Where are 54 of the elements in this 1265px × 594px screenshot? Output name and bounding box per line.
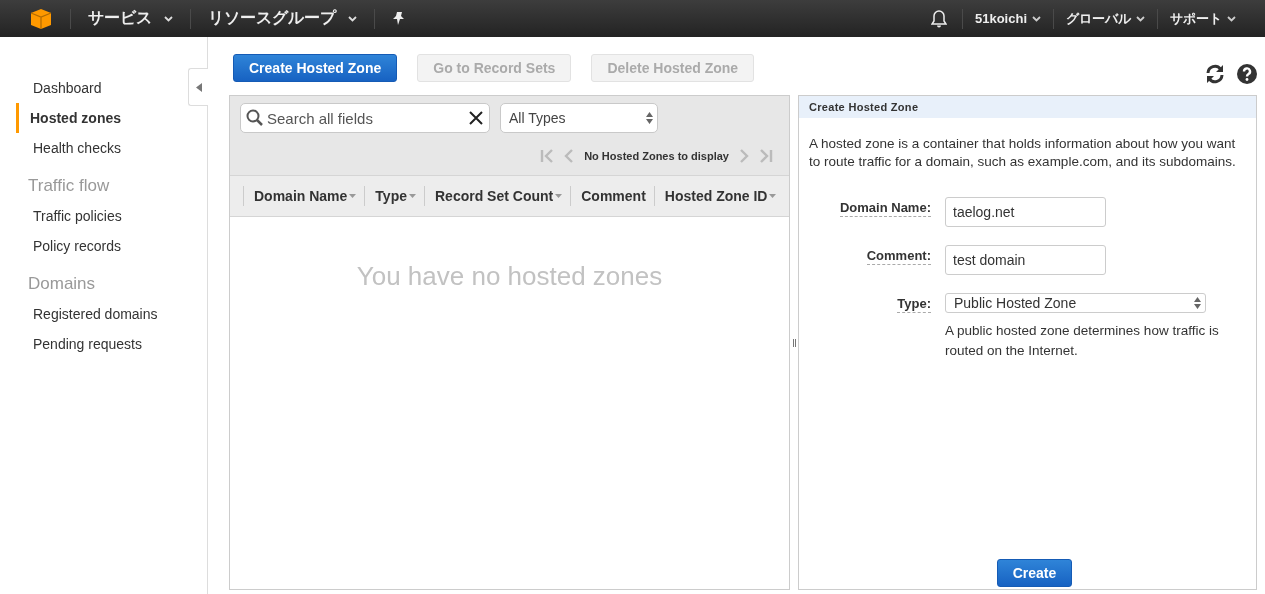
nav-menu[interactable]: グローバル bbox=[1063, 0, 1148, 37]
sidebar-item[interactable]: Policy records bbox=[0, 231, 121, 261]
pager-status: No Hosted Zones to display bbox=[584, 150, 729, 162]
sidebar-item[interactable]: Dashboard bbox=[0, 73, 102, 103]
help-text: A public hosted zone determines how traffic is routed on the Internet. bbox=[945, 322, 1220, 360]
triangle-left-icon bbox=[195, 82, 202, 92]
collapse-tab[interactable] bbox=[188, 68, 208, 106]
refresh-icon[interactable] bbox=[1205, 64, 1225, 84]
description-text: A hosted zone is a container that holds information about how you want to route traffic for a domain, such as example.com, and its subdomains. bbox=[809, 135, 1237, 171]
section-heading: Traffic flow bbox=[28, 175, 110, 197]
text-field[interactable]: taelog.net bbox=[945, 197, 1106, 227]
column-header[interactable]: Record Set Count bbox=[424, 186, 571, 206]
caret-icon bbox=[1136, 15, 1145, 22]
splitter-handle-icon[interactable] bbox=[792, 338, 796, 347]
sidebar-item[interactable]: Pending requests bbox=[0, 329, 142, 359]
sort-caret-icon bbox=[409, 194, 416, 198]
column-header[interactable]: Comment bbox=[570, 186, 654, 206]
sort-caret-icon bbox=[555, 194, 563, 198]
panel-title: Create Hosted Zone bbox=[799, 96, 1256, 118]
column-header[interactable]: Type bbox=[364, 186, 424, 206]
caret-icon bbox=[1227, 15, 1236, 22]
type-filter-select[interactable]: All Types bbox=[500, 103, 658, 133]
type-select[interactable]: Public Hosted Zone bbox=[945, 293, 1206, 313]
nav-menu[interactable]: サポート bbox=[1167, 0, 1239, 37]
updown-arrows-icon bbox=[1194, 297, 1201, 309]
bell-icon[interactable] bbox=[930, 9, 947, 28]
sort-caret-icon bbox=[769, 194, 777, 198]
sidebar-item[interactable]: Traffic policies bbox=[0, 201, 122, 231]
search-icon bbox=[246, 109, 263, 126]
empty-message: You have no hosted zones bbox=[356, 261, 663, 293]
section-heading: Domains bbox=[28, 273, 96, 295]
nav-menu[interactable]: サービス bbox=[80, 0, 181, 37]
caret-icon bbox=[1032, 15, 1041, 22]
sort-caret-icon bbox=[349, 194, 357, 198]
help-icon[interactable] bbox=[1237, 64, 1257, 84]
caret-icon bbox=[164, 15, 173, 22]
sidebar-item[interactable]: Health checks bbox=[0, 133, 121, 163]
sidebar-item[interactable]: Registered domains bbox=[0, 299, 158, 329]
sidebar-item[interactable]: Hosted zones bbox=[16, 103, 121, 133]
field-label: Type: bbox=[897, 296, 931, 313]
create-button[interactable]: Create bbox=[997, 559, 1072, 587]
cube-logo-icon[interactable] bbox=[30, 7, 52, 30]
field-label: Domain Name: bbox=[839, 200, 931, 217]
text-field[interactable]: test domain bbox=[945, 245, 1106, 275]
nav-menu[interactable]: リソースグループ bbox=[200, 0, 365, 37]
clear-icon[interactable] bbox=[469, 111, 483, 125]
search-field[interactable]: Search all fields bbox=[240, 103, 490, 133]
updown-arrows-icon bbox=[646, 112, 653, 124]
nav-menu[interactable]: 51koichi bbox=[971, 0, 1044, 37]
field-label: Comment: bbox=[866, 248, 931, 265]
toolbar-button[interactable]: Create Hosted Zone bbox=[233, 54, 398, 82]
column-header[interactable]: Domain Name bbox=[243, 186, 365, 206]
column-header[interactable]: Hosted Zone ID bbox=[653, 186, 785, 206]
caret-icon bbox=[348, 15, 357, 22]
